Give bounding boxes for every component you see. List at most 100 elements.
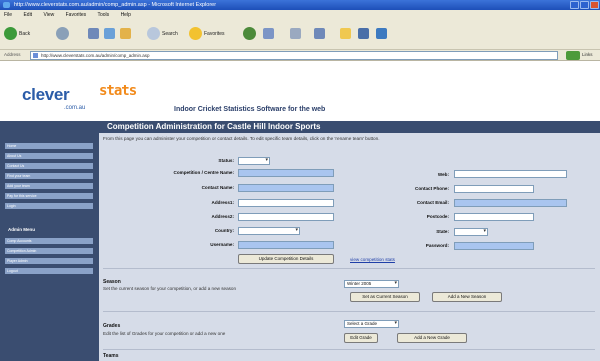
admin-panel: From this page you can administer your c…: [99, 133, 600, 361]
contact-phone-input[interactable]: [454, 185, 534, 193]
status-select[interactable]: [238, 157, 270, 165]
admin-menu-heading: Admin Menu: [8, 227, 35, 232]
sidebar-item-contact[interactable]: Contact Us: [5, 163, 93, 169]
stop-icon[interactable]: [88, 28, 99, 39]
home-icon[interactable]: [120, 28, 131, 39]
web-input[interactable]: [454, 170, 567, 178]
country-label: Country:: [214, 228, 234, 233]
page-icon: [33, 53, 38, 58]
postcode-label: Postcode:: [426, 214, 449, 219]
season-description: Set the current season for your competit…: [103, 286, 237, 291]
minimize-button[interactable]: [570, 1, 579, 9]
edit-icon[interactable]: [314, 28, 325, 39]
add-new-grade-button[interactable]: Add a New Grade: [397, 333, 467, 343]
password-label: Password:: [425, 243, 449, 248]
section-divider-2: [103, 311, 595, 312]
menu-favorites[interactable]: Favorites: [66, 12, 87, 18]
season-select[interactable]: Winter 2005: [344, 280, 399, 288]
postcode-input[interactable]: [454, 213, 534, 221]
section-divider-3: [103, 349, 595, 350]
favorites-icon[interactable]: [189, 27, 202, 40]
password-input[interactable]: [454, 242, 534, 250]
competition-name-label: Competition / Centre Name:: [173, 170, 235, 175]
contact-name-label: Contact Name:: [201, 185, 234, 190]
site-header: clever stats .com.au Indoor Cricket Stat…: [0, 61, 600, 120]
competition-name-input[interactable]: [238, 169, 334, 177]
sidebar-item-logout[interactable]: Logout: [5, 268, 93, 274]
go-button[interactable]: [566, 51, 580, 60]
page-title: Competition Administration for Castle Hi…: [99, 121, 600, 133]
search-label[interactable]: Search: [162, 31, 178, 37]
search-icon[interactable]: [147, 27, 160, 40]
internet-explorer-icon: [3, 2, 10, 8]
web-label: Web:: [437, 172, 449, 177]
folder-icon[interactable]: [340, 28, 351, 39]
contact-name-input[interactable]: [238, 184, 334, 192]
contact-phone-label: Contact Phone:: [415, 186, 449, 191]
research-icon[interactable]: [376, 28, 387, 39]
sidebar-item-comp-admin[interactable]: Competition Admin: [5, 248, 93, 254]
logo-stats[interactable]: stats: [99, 83, 137, 99]
sidebar-item-find-team[interactable]: Find your team: [5, 173, 93, 179]
add-new-season-button[interactable]: Add a New Season: [432, 292, 502, 302]
sidebar-item-login[interactable]: Login: [5, 203, 93, 209]
close-button[interactable]: [590, 1, 599, 9]
grades-description: Edit the list of Grades for your competi…: [103, 331, 226, 336]
username-input[interactable]: [238, 241, 334, 249]
teams-title: Teams: [103, 353, 119, 359]
window-title: http://www.cleverstats.com.au/admin/comp…: [14, 2, 217, 8]
sidebar-item-about[interactable]: About Us: [5, 153, 93, 159]
sidebar-item-player-admin[interactable]: Player Admin: [5, 258, 93, 264]
mail-icon[interactable]: [263, 28, 274, 39]
menu-bar: File Edit View Favorites Tools Help: [0, 10, 600, 20]
state-select[interactable]: [454, 228, 488, 236]
print-icon[interactable]: [290, 28, 301, 39]
links-label[interactable]: Links: [582, 52, 593, 57]
country-select[interactable]: [238, 227, 300, 235]
view-competition-stats-link[interactable]: view competition stats: [350, 257, 395, 262]
browser-toolbar: Back Search Favorites: [0, 20, 600, 50]
back-icon[interactable]: [4, 27, 17, 40]
grades-title: Grades: [103, 323, 121, 329]
season-title: Season: [103, 279, 121, 285]
history-icon[interactable]: [243, 27, 256, 40]
sidebar-item-comp-accounts[interactable]: Comp Accounts: [5, 238, 93, 244]
menu-help[interactable]: Help: [121, 12, 131, 18]
logo-domain: .com.au: [64, 105, 86, 111]
address-input[interactable]: http://www.cleverstats.com.au/admin/comp…: [30, 51, 558, 60]
set-current-season-button[interactable]: Set as Current Season: [350, 292, 420, 302]
sidebar-item-add-team[interactable]: Add your team: [5, 183, 93, 189]
menu-file[interactable]: File: [4, 12, 12, 18]
sidebar: Home About Us Contact Us Find your team …: [0, 121, 99, 361]
contact-email-label: Contact Email:: [416, 200, 449, 205]
favorites-label[interactable]: Favorites: [204, 31, 225, 37]
contact-email-input[interactable]: [454, 199, 567, 207]
update-competition-button[interactable]: Update Competition Details: [238, 254, 334, 264]
messenger-icon[interactable]: [358, 28, 369, 39]
sidebar-item-pay[interactable]: Pay for this service: [5, 193, 93, 199]
section-divider: [103, 268, 595, 269]
address1-label: Address1:: [211, 200, 234, 205]
address-label: Address: [4, 52, 21, 57]
grade-select[interactable]: Select a Grade: [344, 320, 399, 328]
menu-edit[interactable]: Edit: [23, 12, 32, 18]
site-tagline: Indoor Cricket Statistics Software for t…: [174, 106, 326, 113]
status-label: Status:: [218, 158, 234, 163]
address2-input[interactable]: [238, 213, 334, 221]
sidebar-item-home[interactable]: Home: [5, 143, 93, 149]
edit-grade-button[interactable]: Edit Grade: [344, 333, 378, 343]
username-label: Username:: [210, 242, 234, 247]
maximize-button[interactable]: [580, 1, 589, 9]
window-titlebar: http://www.cleverstats.com.au/admin/comp…: [0, 0, 600, 10]
menu-view[interactable]: View: [43, 12, 54, 18]
address2-label: Address2:: [211, 214, 234, 219]
logo-clever[interactable]: clever: [22, 85, 70, 105]
address-url: http://www.cleverstats.com.au/admin/comp…: [41, 53, 150, 58]
address1-input[interactable]: [238, 199, 334, 207]
address-bar: Address http://www.cleverstats.com.au/ad…: [0, 50, 600, 61]
forward-icon[interactable]: [56, 27, 69, 40]
refresh-icon[interactable]: [104, 28, 115, 39]
back-label[interactable]: Back: [19, 31, 30, 37]
intro-text: From this page you can administer your c…: [103, 136, 380, 141]
menu-tools[interactable]: Tools: [97, 12, 109, 18]
